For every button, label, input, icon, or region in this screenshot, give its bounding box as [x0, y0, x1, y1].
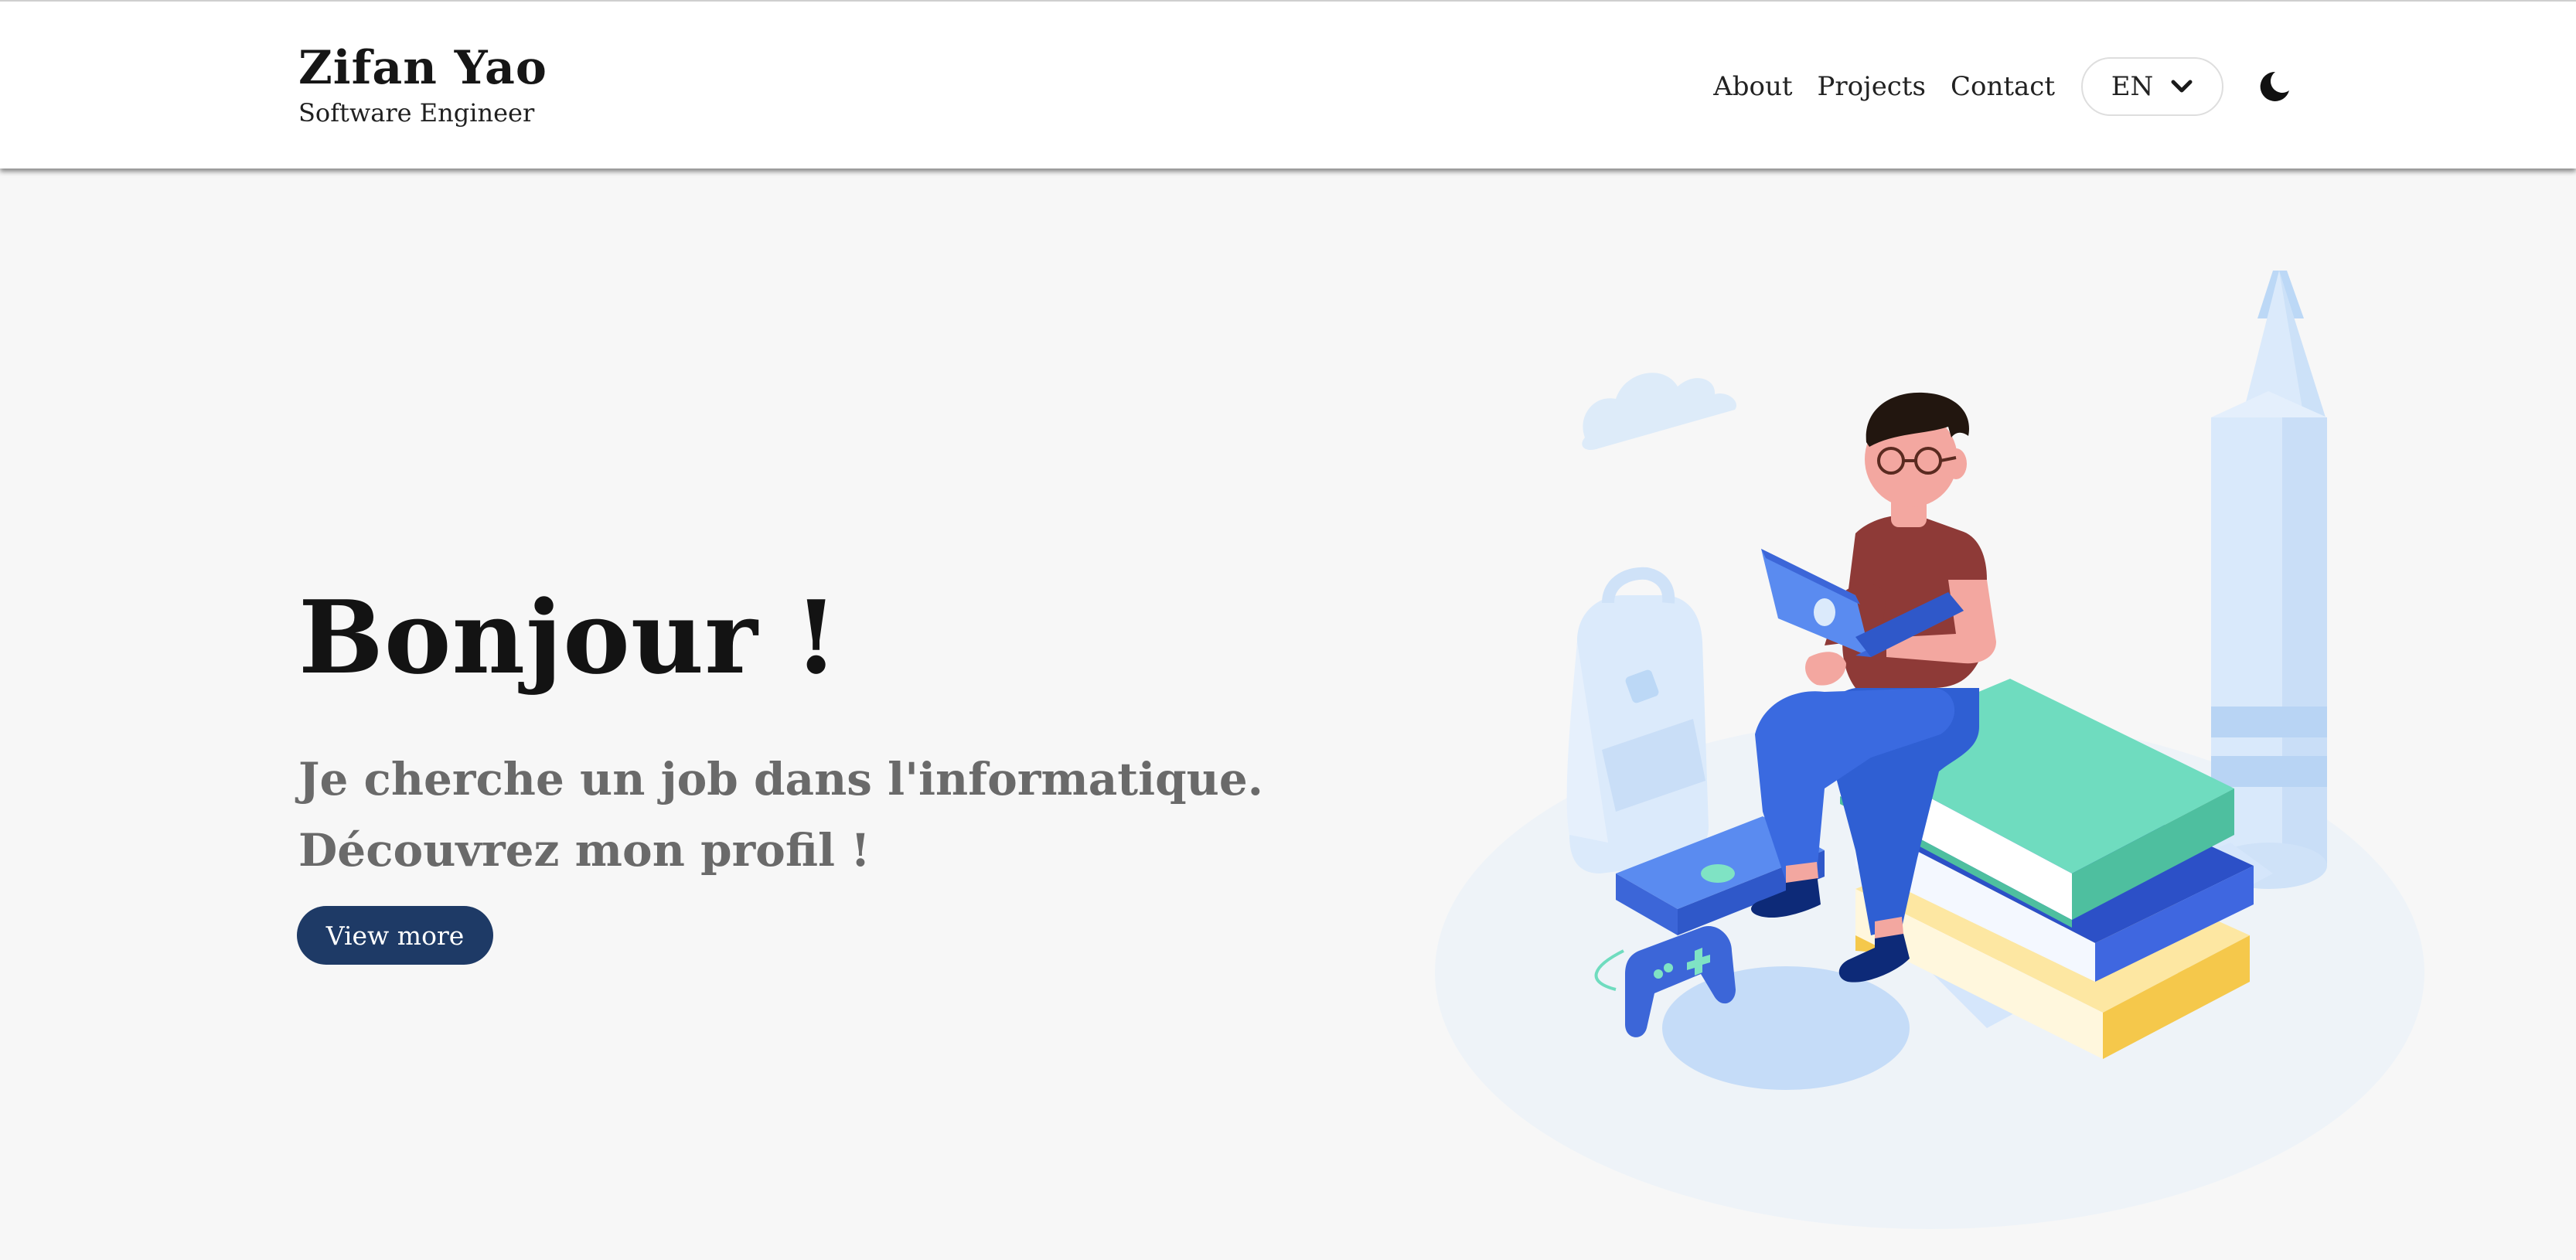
hero-subtitle-line-1: Je cherche un job dans l'informatique. — [298, 753, 1263, 805]
hero-illustration — [1435, 271, 2424, 1229]
nav-link-projects[interactable]: Projects — [1818, 71, 1926, 102]
nav-link-contact[interactable]: Contact — [1951, 71, 2055, 102]
site-name[interactable]: Zifan Yao — [298, 39, 547, 97]
hero-subtitle: Je cherche un job dans l'informatique. D… — [298, 744, 1263, 886]
brand: Zifan Yao Software Engineer — [298, 39, 547, 128]
backpack-icon — [1566, 567, 1709, 873]
nav-link-about[interactable]: About — [1713, 71, 1792, 102]
main-nav: About Projects Contact EN — [1713, 57, 2296, 116]
site-tagline: Software Engineer — [298, 98, 535, 128]
hero-title: Bonjour ! — [298, 578, 840, 696]
site-header: Zifan Yao Software Engineer About Projec… — [0, 0, 2576, 169]
moon-icon — [2260, 71, 2289, 101]
language-select-value: EN — [2111, 71, 2154, 102]
theme-toggle-button[interactable] — [2253, 65, 2296, 108]
chevron-down-icon — [2171, 80, 2193, 93]
language-select[interactable]: EN — [2081, 57, 2223, 116]
cloud-icon — [1582, 373, 1737, 451]
view-more-button[interactable]: View more — [297, 906, 493, 965]
hero-subtitle-line-2: Découvrez mon profil ! — [298, 824, 871, 877]
